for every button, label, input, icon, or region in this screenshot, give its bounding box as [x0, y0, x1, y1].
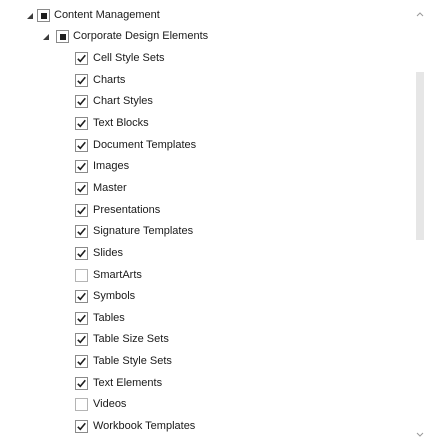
checked-checkbox[interactable] [75, 204, 88, 217]
tree-item[interactable]: Text Blocks [0, 113, 410, 134]
checked-checkbox[interactable] [75, 420, 88, 433]
checked-checkbox[interactable] [75, 95, 88, 108]
checked-checkbox[interactable] [75, 74, 88, 87]
checkmark-icon [77, 162, 86, 171]
checked-checkbox[interactable] [75, 160, 88, 173]
tree-item-label: Text Blocks [93, 117, 149, 129]
tree-item-label: Symbols [93, 290, 136, 302]
tree-item-label: Text Elements [93, 377, 163, 389]
checked-checkbox[interactable] [75, 139, 88, 152]
tree-node-label: Corporate Design Elements [73, 30, 209, 42]
tree-item[interactable]: Videos [0, 394, 410, 415]
tree-item-label: Master [93, 182, 127, 194]
tree-node-content-management[interactable]: Content Management [0, 5, 410, 26]
tree-item[interactable]: SmartArts [0, 265, 410, 286]
checkmark-icon [77, 206, 86, 215]
checkmark-icon [77, 54, 86, 63]
checkmark-icon [77, 76, 86, 85]
scroll-down-arrow-icon[interactable] [415, 430, 425, 440]
vertical-scrollbar[interactable] [413, 0, 427, 446]
checkmark-icon [77, 379, 86, 388]
tree-item[interactable]: Table Style Sets [0, 351, 410, 372]
tree-item[interactable]: Signature Templates [0, 221, 410, 242]
checkmark-icon [77, 335, 86, 344]
checkmark-icon [77, 184, 86, 193]
tree-item[interactable]: Tables [0, 308, 410, 329]
checkmark-icon [77, 141, 86, 150]
checkmark-icon [77, 292, 86, 301]
tree-item[interactable]: Text Elements [0, 373, 410, 394]
tree-item[interactable]: Charts [0, 70, 410, 91]
checkmark-icon [77, 249, 86, 258]
checkmark-icon [77, 357, 86, 366]
checkmark-icon [77, 422, 86, 431]
expand-triangle-icon[interactable] [41, 32, 51, 42]
tree-item-label: Chart Styles [93, 95, 153, 107]
tri-state-checkbox[interactable] [37, 9, 50, 22]
tree-item-label: Table Style Sets [93, 355, 172, 367]
tree-item[interactable]: Chart Styles [0, 91, 410, 112]
scroll-up-arrow-icon[interactable] [415, 9, 425, 19]
checked-checkbox[interactable] [75, 247, 88, 260]
tree-item-label: Charts [93, 74, 126, 86]
tree-item-label: Workbook Templates [93, 420, 196, 432]
tri-state-checkbox[interactable] [56, 30, 69, 43]
checked-checkbox[interactable] [75, 355, 88, 368]
tree-item-label: Presentations [93, 204, 161, 216]
checkmark-icon [77, 227, 86, 236]
tree-item-label: Videos [93, 398, 127, 410]
checked-checkbox[interactable] [75, 52, 88, 65]
checked-checkbox[interactable] [75, 312, 88, 325]
tree-item[interactable]: Master [0, 178, 410, 199]
tree-item[interactable]: Symbols [0, 286, 410, 307]
tree-item-label: Images [93, 160, 130, 172]
checkmark-icon [77, 314, 86, 323]
scroll-thumb[interactable] [416, 72, 424, 240]
tree-item[interactable]: Presentations [0, 200, 410, 221]
tree-item-label: Cell Style Sets [93, 52, 165, 64]
indeterminate-mark-icon [40, 12, 47, 19]
tree-item[interactable]: Workbook Templates [0, 416, 410, 437]
checked-checkbox[interactable] [75, 182, 88, 195]
checkmark-icon [77, 119, 86, 128]
tree-item[interactable]: Images [0, 156, 410, 177]
tree-item[interactable]: Slides [0, 243, 410, 264]
checked-checkbox[interactable] [75, 377, 88, 390]
indeterminate-mark-icon [59, 33, 66, 40]
tree-item-label: Table Size Sets [93, 333, 169, 345]
content-tree-view: Content Management Corporate Design Elem… [0, 0, 427, 446]
tree-item[interactable]: Cell Style Sets [0, 48, 410, 69]
unchecked-checkbox[interactable] [75, 269, 88, 282]
expand-triangle-icon[interactable] [25, 11, 35, 21]
checked-checkbox[interactable] [75, 225, 88, 238]
tree-item-label: Slides [93, 247, 123, 259]
tree-item[interactable]: Document Templates [0, 135, 410, 156]
tree-item-label: Signature Templates [93, 225, 194, 237]
checked-checkbox[interactable] [75, 117, 88, 130]
tree-node-corporate-design-elements[interactable]: Corporate Design Elements [0, 26, 410, 47]
checked-checkbox[interactable] [75, 333, 88, 346]
tree-node-label: Content Management [54, 9, 160, 21]
tree-item[interactable]: Table Size Sets [0, 329, 410, 350]
unchecked-checkbox[interactable] [75, 398, 88, 411]
checkmark-icon [77, 97, 86, 106]
tree-item-label: Tables [93, 312, 125, 324]
tree-item-label: Document Templates [93, 139, 197, 151]
checked-checkbox[interactable] [75, 290, 88, 303]
tree-item-label: SmartArts [93, 269, 142, 281]
